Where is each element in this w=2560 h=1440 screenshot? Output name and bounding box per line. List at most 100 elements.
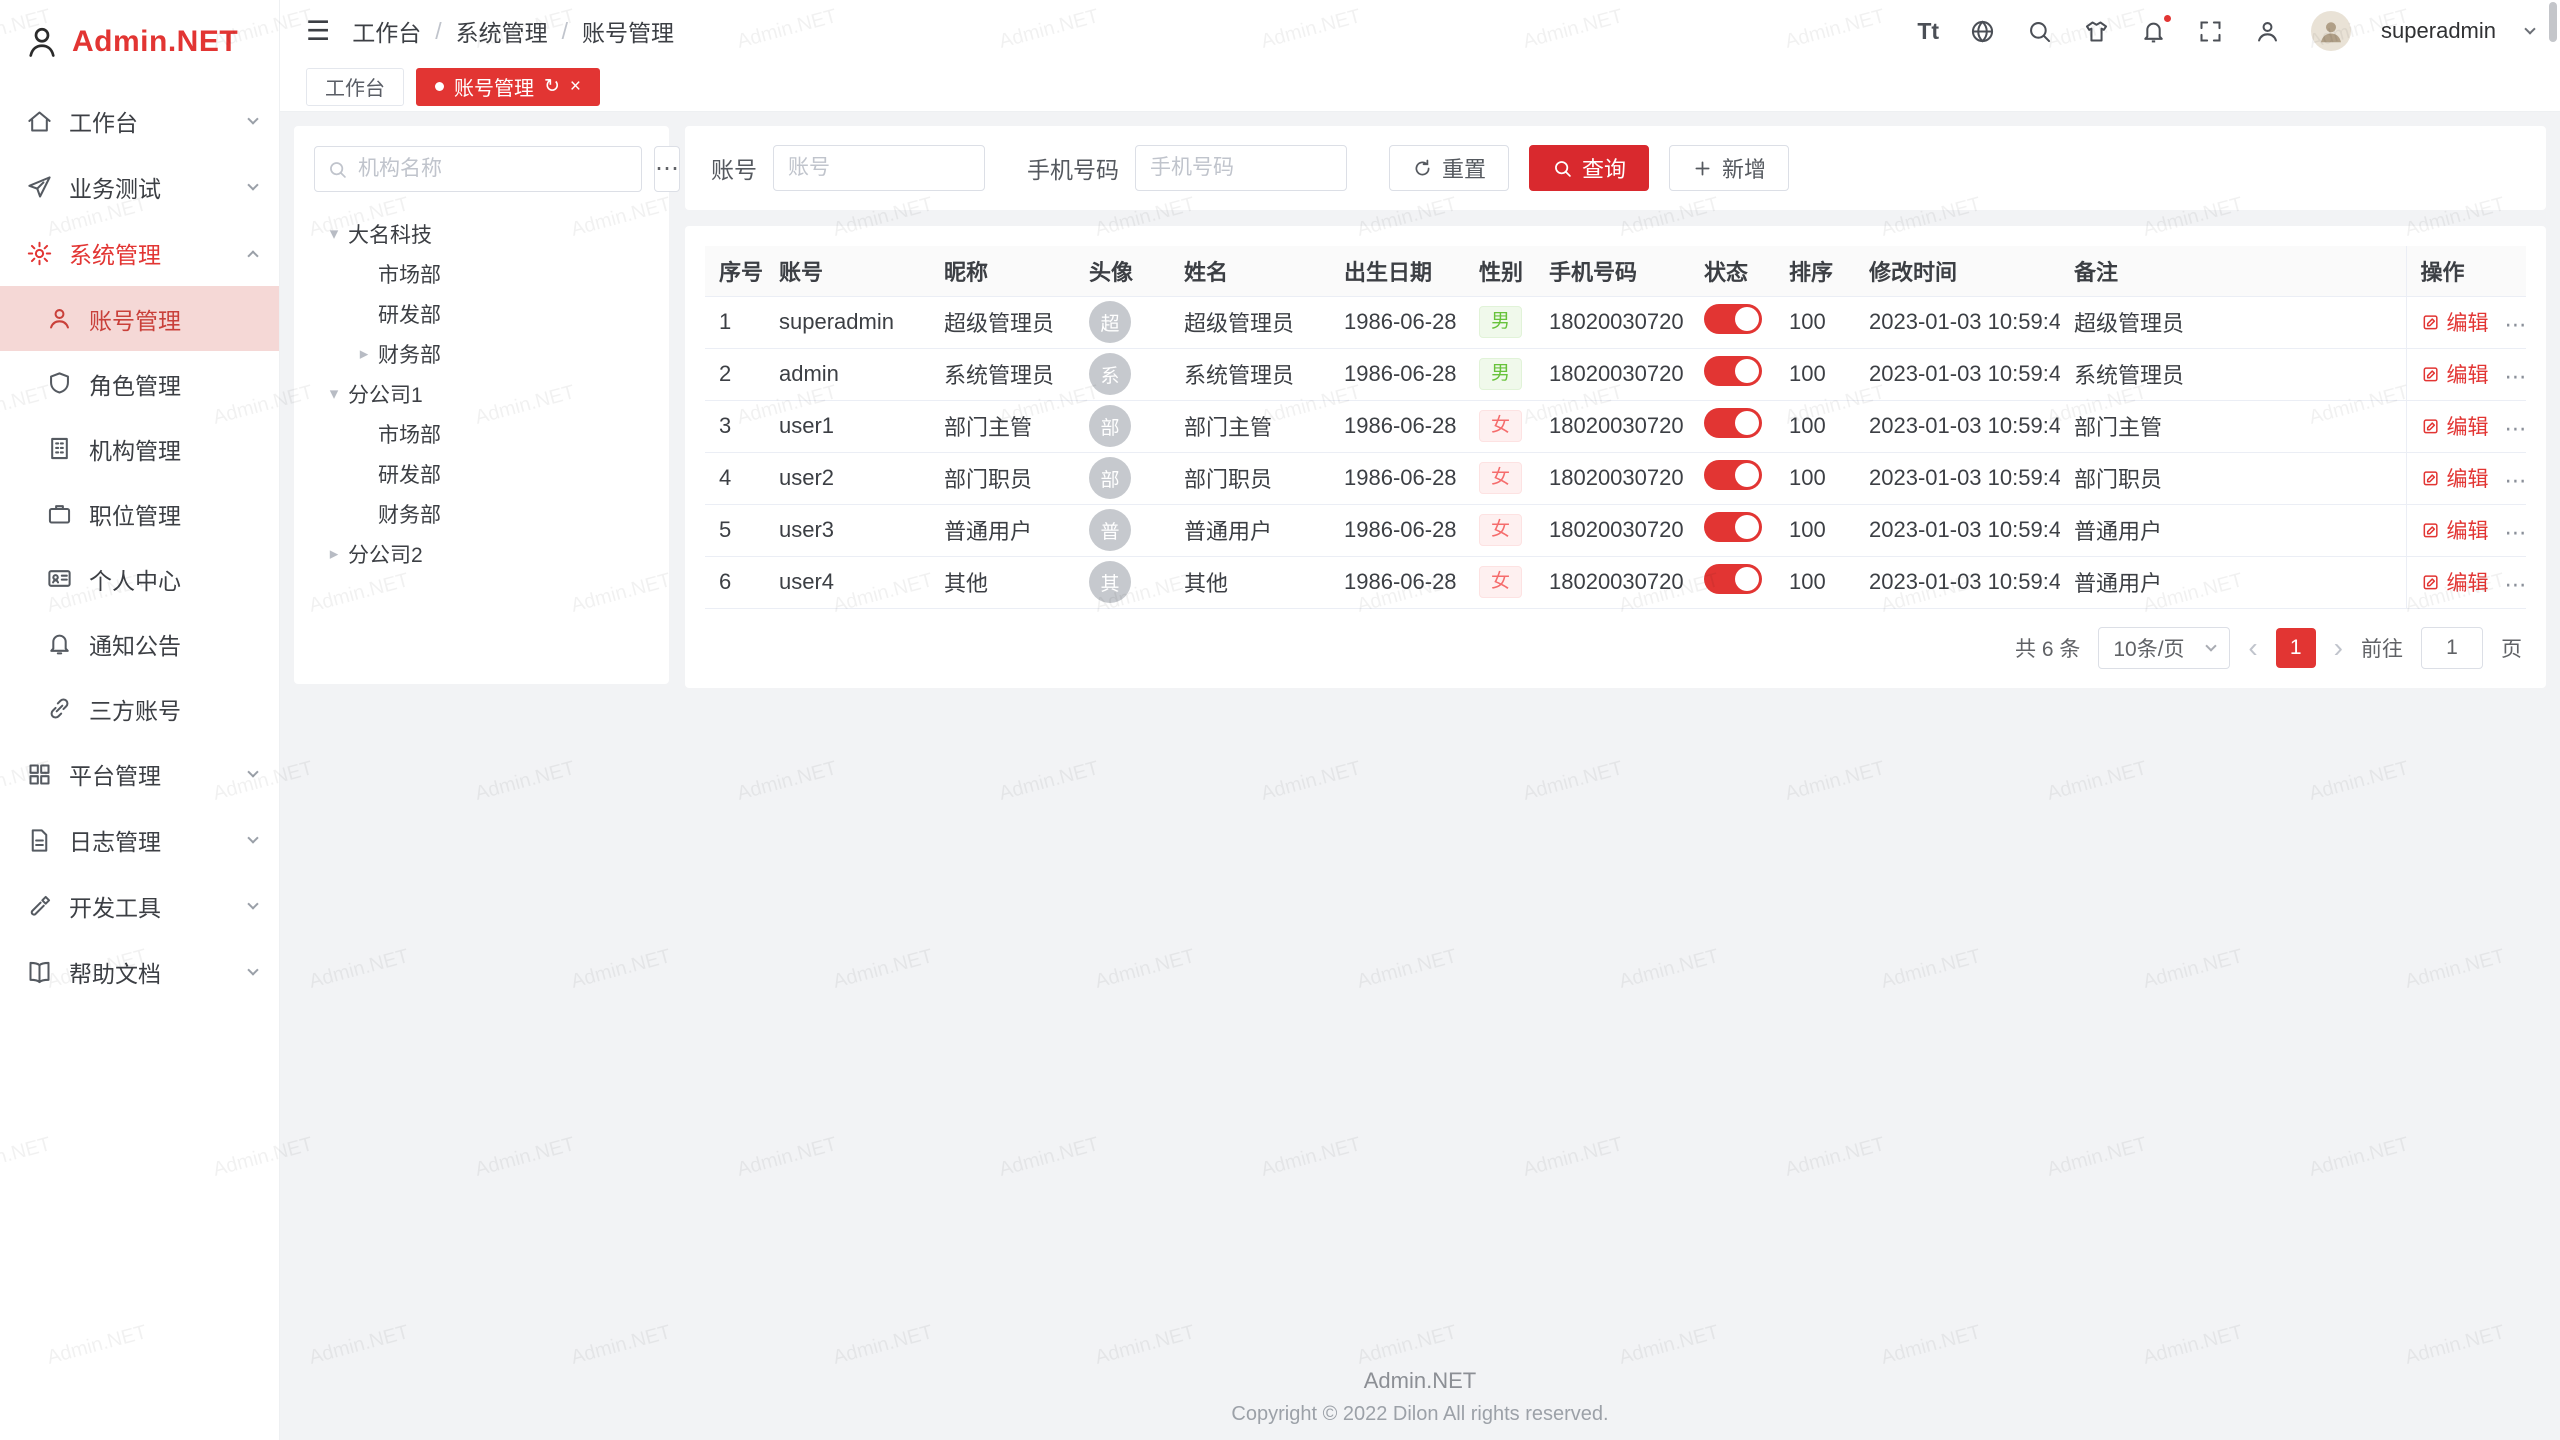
- caret-collapsed-icon[interactable]: ▸: [350, 344, 378, 364]
- nickname-value: 其他: [930, 556, 1075, 608]
- theme-icon[interactable]: [2083, 18, 2110, 45]
- username[interactable]: superadmin: [2381, 18, 2496, 44]
- tree-node[interactable]: ▾分公司1: [314, 374, 649, 414]
- sidebar-item-dev-tools[interactable]: 开发工具: [0, 873, 279, 939]
- add-button[interactable]: 新增: [1669, 145, 1789, 191]
- tree-node[interactable]: 财务部: [314, 494, 649, 534]
- edit-button[interactable]: 编辑: [2421, 463, 2489, 493]
- fullscreen-icon[interactable]: [2197, 18, 2224, 45]
- sidebar-item-workbench[interactable]: 工作台: [0, 88, 279, 154]
- tree-node[interactable]: 研发部: [314, 454, 649, 494]
- reset-button[interactable]: 重置: [1389, 145, 1509, 191]
- phone-input[interactable]: [1135, 145, 1347, 191]
- tree-node[interactable]: 研发部: [314, 294, 649, 334]
- prev-page-button[interactable]: ‹: [2248, 634, 2257, 662]
- account-value: user2: [765, 452, 930, 504]
- sidebar-item-log-management[interactable]: 日志管理: [0, 807, 279, 873]
- search-button[interactable]: 查询: [1529, 145, 1649, 191]
- font-size-icon[interactable]: Tt: [1917, 18, 1939, 45]
- sidebar-item-label: 职位管理: [89, 497, 181, 531]
- row-index: 2: [719, 361, 731, 386]
- wrench-icon: [26, 893, 53, 920]
- refresh-tab-icon[interactable]: ↻: [544, 77, 560, 96]
- bell-icon[interactable]: [2140, 18, 2167, 45]
- caret-collapsed-icon[interactable]: ▸: [320, 544, 348, 564]
- status-toggle[interactable]: [1704, 460, 1762, 490]
- sidebar-item-org-management[interactable]: 机构管理: [0, 416, 279, 481]
- edit-icon: [2421, 468, 2441, 488]
- account-value: superadmin: [779, 309, 894, 334]
- status-toggle[interactable]: [1704, 564, 1762, 594]
- globe-icon[interactable]: [1969, 18, 1996, 45]
- sidebar-item-system-management[interactable]: 系统管理: [0, 220, 279, 286]
- nickname-value: 其他: [944, 571, 988, 596]
- sort-value: 100: [1775, 556, 1855, 608]
- sidebar-item-business-test[interactable]: 业务测试: [0, 154, 279, 220]
- row-avatar: 系: [1089, 353, 1131, 395]
- sidebar-item-role-management[interactable]: 角色管理: [0, 351, 279, 416]
- sidebar-item-notice[interactable]: 通知公告: [0, 611, 279, 676]
- edit-button[interactable]: 编辑: [2421, 567, 2489, 597]
- tree-node[interactable]: 市场部: [314, 254, 649, 294]
- breadcrumb-item[interactable]: 系统管理: [456, 14, 548, 48]
- scrollbar-thumb[interactable]: [2549, 2, 2557, 42]
- status-toggle[interactable]: [1704, 304, 1762, 334]
- hamburger-menu-icon[interactable]: ☰: [306, 16, 330, 47]
- profile-icon[interactable]: [2254, 18, 2281, 45]
- more-actions-icon[interactable]: ⋯: [2505, 416, 2527, 441]
- tab-account-management[interactable]: 账号管理↻×: [416, 68, 600, 106]
- search-icon[interactable]: [2026, 18, 2053, 45]
- tree-node[interactable]: ▸财务部: [314, 334, 649, 374]
- tree-more-button[interactable]: ⋯: [654, 146, 680, 192]
- caret-expanded-icon[interactable]: ▾: [320, 224, 348, 244]
- tree-node[interactable]: ▸分公司2: [314, 534, 649, 574]
- sidebar-item-third-party-account[interactable]: 三方账号: [0, 676, 279, 741]
- tree-node-label: 大名科技: [348, 219, 432, 249]
- breadcrumb-item[interactable]: 工作台: [352, 14, 421, 48]
- tab-workbench[interactable]: 工作台: [306, 68, 404, 106]
- edit-button[interactable]: 编辑: [2421, 307, 2489, 337]
- more-actions-icon[interactable]: ⋯: [2505, 312, 2527, 337]
- status-toggle[interactable]: [1704, 408, 1762, 438]
- sidebar-item-platform-management[interactable]: 平台管理: [0, 741, 279, 807]
- next-page-button[interactable]: ›: [2334, 634, 2343, 662]
- breadcrumb-item[interactable]: 账号管理: [582, 14, 674, 48]
- edit-button[interactable]: 编辑: [2421, 515, 2489, 545]
- page-size-select[interactable]: 10条/页: [2098, 627, 2230, 669]
- tree-node[interactable]: ▾大名科技: [314, 214, 649, 254]
- status-toggle[interactable]: [1704, 356, 1762, 386]
- caret-expanded-icon[interactable]: ▾: [320, 384, 348, 404]
- sort-value: 100: [1775, 504, 1855, 556]
- edit-button[interactable]: 编辑: [2421, 359, 2489, 389]
- goto-page-input[interactable]: [2421, 627, 2483, 669]
- remark-value: 普通用户: [2060, 504, 2406, 556]
- sidebar-item-help-docs[interactable]: 帮助文档: [0, 939, 279, 1005]
- remark-value: 部门主管: [2060, 400, 2406, 452]
- logo[interactable]: Admin.NET: [0, 0, 279, 84]
- column-header: 姓名: [1170, 246, 1330, 296]
- pagination: 共 6 条 10条/页 ‹ 1 › 前往 页: [705, 609, 2526, 687]
- more-actions-icon[interactable]: ⋯: [2505, 364, 2527, 389]
- org-search-input[interactable]: [358, 157, 629, 181]
- account-input[interactable]: [773, 145, 985, 191]
- more-actions-icon[interactable]: ⋯: [2505, 468, 2527, 493]
- notification-badge: [2162, 13, 2173, 24]
- content-area: ⋯ ▾大名科技市场部研发部▸财务部▾分公司1市场部研发部财务部▸分公司2 账号 …: [280, 112, 2560, 1440]
- edit-button[interactable]: 编辑: [2421, 411, 2489, 441]
- tree-node-label: 分公司1: [348, 379, 423, 409]
- column-header: 状态: [1690, 246, 1775, 296]
- status-toggle[interactable]: [1704, 512, 1762, 542]
- close-tab-icon[interactable]: ×: [570, 77, 581, 96]
- gender-tag: 女: [1479, 410, 1522, 443]
- sidebar-item-account-management[interactable]: 账号管理: [0, 286, 279, 351]
- sidebar-item-position-management[interactable]: 职位管理: [0, 481, 279, 546]
- more-actions-icon[interactable]: ⋯: [2505, 520, 2527, 545]
- sidebar-item-personal-center[interactable]: 个人中心: [0, 546, 279, 611]
- tree-node[interactable]: 市场部: [314, 414, 649, 454]
- accounts-table: 序号账号昵称头像姓名出生日期性别手机号码状态排序修改时间备注操作 1supera…: [705, 246, 2526, 609]
- modified-time-value: 2023-01-03 10:59:44: [1869, 309, 2060, 334]
- current-page[interactable]: 1: [2276, 628, 2316, 668]
- user-avatar[interactable]: [2311, 11, 2351, 51]
- chevron-down-icon[interactable]: [2524, 23, 2535, 34]
- more-actions-icon[interactable]: ⋯: [2505, 572, 2527, 597]
